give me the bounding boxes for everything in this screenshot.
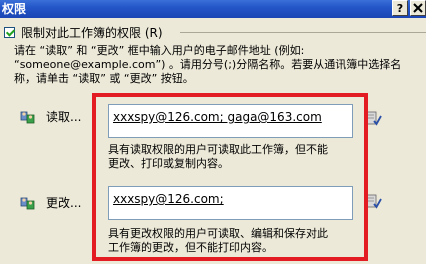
restrict-permission-label: 限制对此工作簿的权限 (R)	[21, 25, 163, 40]
address-book-icon[interactable]	[364, 110, 382, 126]
read-button[interactable]: 读取...	[46, 108, 81, 125]
users-icon[interactable]	[20, 109, 36, 125]
address-book-icon[interactable]	[364, 193, 382, 209]
change-users-input[interactable]: xxxspy@126.com;	[108, 186, 353, 220]
change-users-value: xxxspy@126.com;	[113, 192, 224, 206]
users-icon[interactable]	[20, 195, 36, 211]
help-button[interactable]: ?	[392, 0, 408, 16]
read-users-value: xxxspy@126.com; gaga@163.com	[113, 110, 322, 124]
read-description: 具有读取权限的用户可读取此工作簿，但不能 更改、打印或复制内容。	[108, 143, 328, 170]
read-users-input[interactable]: xxxspy@126.com; gaga@163.com	[108, 104, 353, 138]
close-button[interactable]	[410, 0, 426, 16]
instructions-text: 请在 “读取” 和 “更改” 框中输入用户的电子邮件地址 (例如: “someo…	[14, 44, 402, 85]
window-title: 权限	[2, 2, 27, 16]
change-button[interactable]: 更改...	[46, 194, 81, 211]
restrict-permission-row[interactable]: 限制对此工作簿的权限 (R)	[4, 24, 163, 40]
close-icon	[413, 3, 423, 13]
change-description: 具有更改权限的用户可读取、编辑和保存对此 工作簿的更改，但不能打印内容。	[108, 227, 328, 254]
restrict-permission-checkbox[interactable]	[4, 26, 15, 38]
group-divider	[180, 32, 426, 34]
title-bar: 权限 ?	[0, 0, 426, 18]
